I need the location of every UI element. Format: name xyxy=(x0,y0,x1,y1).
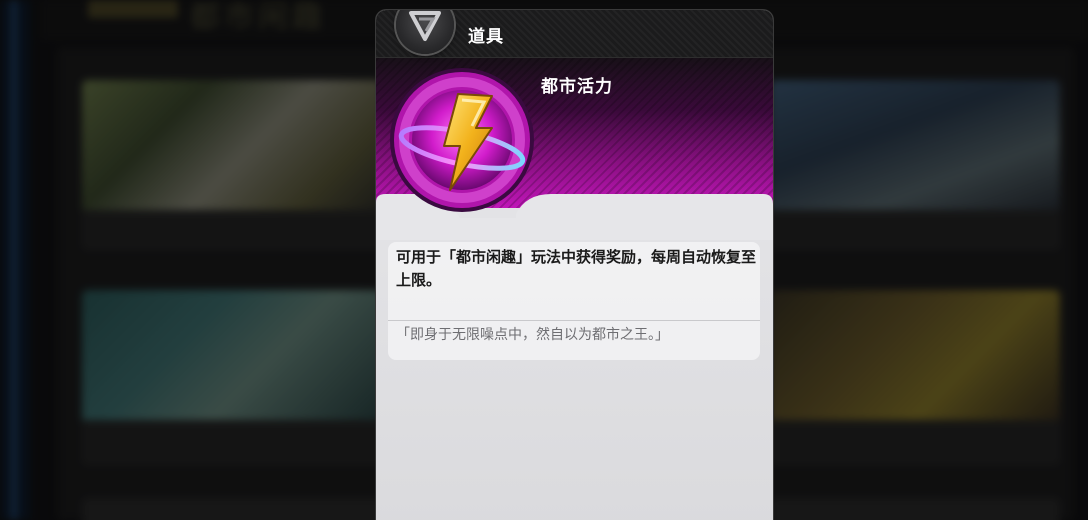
item-description-box: 可用于「都市闲趣」玩法中获得奖励，每周自动恢复至上限。 「即身于无限噪点中，然自… xyxy=(388,242,760,360)
lightning-bolt-orb-icon xyxy=(388,66,536,214)
item-name: 都市活力 xyxy=(541,77,613,97)
item-description: 可用于「都市闲趣」玩法中获得奖励，每周自动恢复至上限。 xyxy=(396,248,757,289)
game-screen: 都市闲趣 道具 都市活力 可用于「都市闲趣」玩法中获得奖励，每周自动恢复至上限。… xyxy=(0,0,1088,520)
item-detail-dialog: 道具 都市活力 可用于「都市闲趣」玩法中获得奖励，每周自动恢复至上限。 「即身于… xyxy=(376,10,773,520)
divider xyxy=(388,320,760,321)
dialog-title: 道具 xyxy=(468,27,504,47)
item-flavor-text: 「即身于无限噪点中，然自以为都市之王。」 xyxy=(396,327,669,343)
